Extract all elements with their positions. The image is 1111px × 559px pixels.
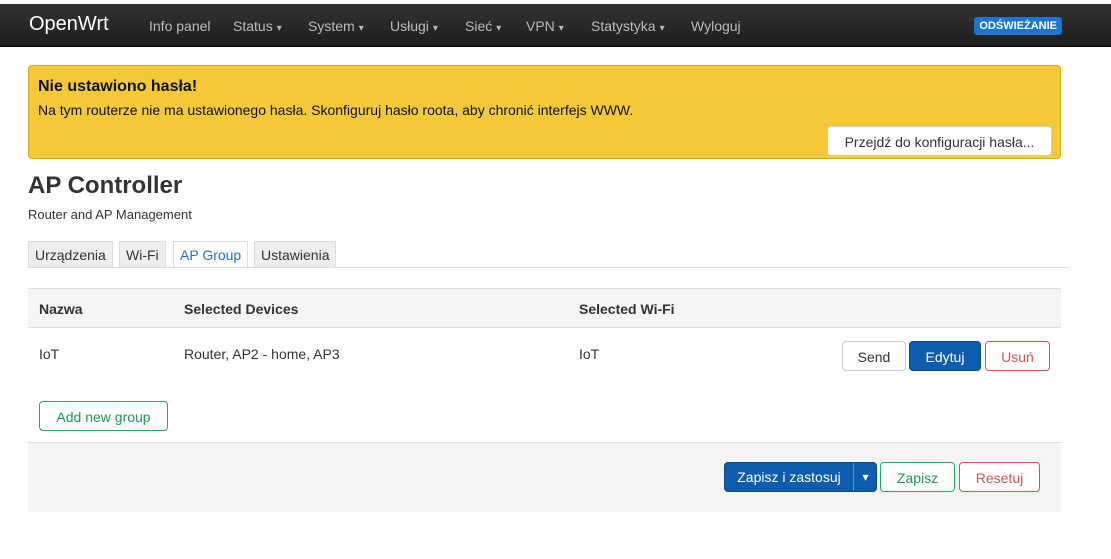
nav-item-wyloguj[interactable]: Wyloguj (691, 17, 741, 35)
chevron-down-icon: ▾ (358, 23, 364, 34)
save-apply-dropdown-icon[interactable]: ▾ (854, 463, 877, 491)
edit-button[interactable]: Edytuj (909, 341, 981, 371)
nav-item-label: Usługi (390, 18, 429, 34)
page-subtitle: Router and AP Management (28, 207, 192, 222)
delete-button[interactable]: Usuń (985, 341, 1050, 371)
nav-item-statystyka[interactable]: Statystyka ▾ (591, 17, 665, 38)
brand-logo[interactable]: OpenWrt (29, 11, 109, 37)
chevron-down-icon: ▾ (558, 23, 564, 34)
tabs-divider (28, 267, 1069, 268)
tab-ap-group[interactable]: AP Group (173, 241, 249, 268)
page-title: AP Controller (28, 172, 183, 199)
no-password-alert: Nie ustawiono hasła! Na tym routerze nie… (28, 65, 1061, 159)
save-apply-button[interactable]: Zapisz i zastosuj (725, 463, 853, 491)
chevron-down-icon: ▾ (496, 23, 502, 34)
nav-item-info-panel[interactable]: Info panel (149, 17, 211, 35)
column-header-name: Nazwa (39, 301, 83, 317)
nav-item-uslugi[interactable]: Usługi ▾ (390, 17, 438, 38)
nav-item-vpn[interactable]: VPN ▾ (526, 17, 564, 38)
top-navbar: OpenWrt Info panel Status ▾ System ▾ Usług… (0, 4, 1111, 47)
row-devices: Router, AP2 - home, AP3 (184, 346, 340, 362)
nav-item-label: Info panel (149, 18, 211, 34)
tab-urzadzenia[interactable]: Urządzenia (28, 241, 113, 267)
column-header-wifi: Selected Wi-Fi (579, 301, 675, 317)
row-wifi: IoT (579, 346, 600, 362)
tab-wifi[interactable]: Wi-Fi (119, 241, 166, 267)
table-header: Nazwa Selected Devices Selected Wi-Fi (28, 288, 1061, 328)
nav-item-label: System (308, 18, 355, 34)
go-to-password-config-button[interactable]: Przejdź do konfiguracji hasła... (827, 126, 1052, 156)
add-new-group-button[interactable]: Add new group (39, 401, 168, 431)
row-name: IoT (39, 346, 60, 362)
nav-item-label: Wyloguj (691, 18, 741, 34)
nav-item-system[interactable]: System ▾ (308, 17, 364, 38)
nav-item-status[interactable]: Status ▾ (233, 17, 282, 38)
nav-item-label: Status (233, 18, 273, 34)
nav-item-siec[interactable]: Sieć ▾ (465, 17, 501, 38)
tab-ustawienia[interactable]: Ustawienia (254, 241, 337, 267)
refresh-badge[interactable]: ODŚWIEŻANIE (974, 17, 1062, 35)
alert-text: Na tym routerze nie ma ustawionego hasła… (38, 102, 634, 118)
save-button[interactable]: Zapisz (880, 462, 955, 492)
alert-title: Nie ustawiono hasła! (38, 78, 198, 95)
column-header-devices: Selected Devices (184, 301, 299, 317)
chevron-down-icon: ▾ (276, 23, 282, 34)
chevron-down-icon: ▾ (659, 23, 665, 34)
chevron-down-icon: ▾ (432, 23, 438, 34)
reset-button[interactable]: Resetuj (959, 462, 1040, 492)
nav-item-label: Statystyka (591, 18, 656, 34)
send-button[interactable]: Send (842, 341, 906, 371)
nav-item-label: Sieć (465, 18, 493, 34)
save-apply-split-button: Zapisz i zastosuj ▾ (724, 462, 877, 492)
nav-item-label: VPN (526, 18, 555, 34)
